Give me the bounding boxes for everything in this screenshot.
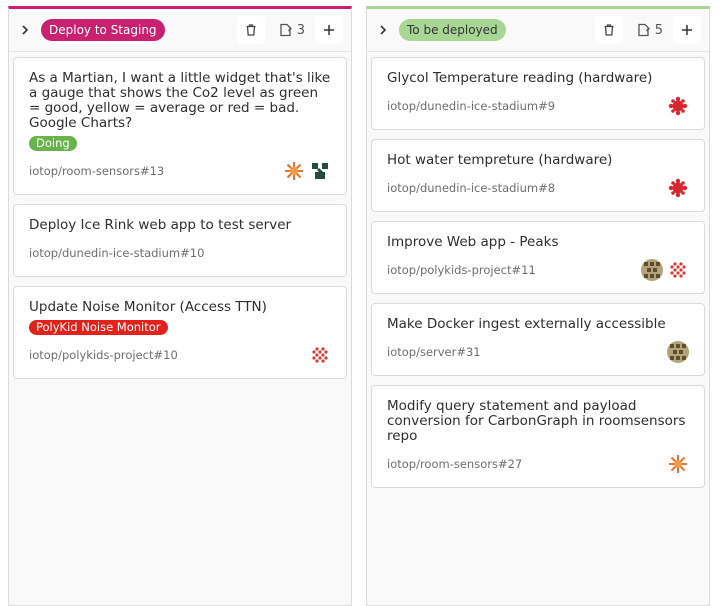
olive-grid-avatar[interactable] <box>667 341 689 363</box>
chevron-right-icon[interactable] <box>19 24 31 36</box>
card-title[interactable]: Hot water tempreture (hardware) <box>387 153 689 168</box>
trash-icon <box>246 24 256 36</box>
issue-card[interactable]: Improve Web app - Peaks iotop/polykids-p… <box>371 221 705 294</box>
issue-card[interactable]: As a Martian, I want a little widget tha… <box>13 57 347 195</box>
card-title[interactable]: Glycol Temperature reading (hardware) <box>387 71 689 86</box>
dark-green-avatar[interactable] <box>309 160 331 182</box>
red-grid-avatar[interactable] <box>667 259 689 281</box>
card-reference[interactable]: iotop/polykids-project#11 <box>387 263 641 277</box>
issue-card[interactable]: Glycol Temperature reading (hardware) io… <box>371 57 705 130</box>
card-label-doing[interactable]: Doing <box>29 136 77 151</box>
issue-card[interactable]: Hot water tempreture (hardware) iotop/du… <box>371 139 705 212</box>
card-title[interactable]: Deploy Ice Rink web app to test server <box>29 218 331 233</box>
card-reference[interactable]: iotop/dunedin-ice-stadium#8 <box>387 181 667 195</box>
plus-icon <box>682 25 692 35</box>
red-star-avatar[interactable] <box>667 95 689 117</box>
card-title[interactable]: Update Noise Monitor (Access TTN) <box>29 300 331 315</box>
card-title[interactable]: Modify query statement and payload conve… <box>387 399 689 444</box>
card-reference[interactable]: iotop/dunedin-ice-stadium#9 <box>387 99 667 113</box>
issue-count: 5 <box>637 23 663 38</box>
issue-count-value: 5 <box>654 22 663 38</box>
red-grid-avatar[interactable] <box>309 344 331 366</box>
issue-card[interactable]: Update Noise Monitor (Access TTN) PolyKi… <box>13 286 347 379</box>
delete-list-button[interactable] <box>236 16 265 44</box>
card-title[interactable]: As a Martian, I want a little widget tha… <box>29 71 331 131</box>
list-label[interactable]: To be deployed <box>399 19 506 41</box>
issue-card[interactable]: Modify query statement and payload conve… <box>371 385 705 488</box>
board-list-deploy-to-staging: Deploy to Staging 3 As a Martian, I want… <box>8 6 352 606</box>
card-reference[interactable]: iotop/room-sensors#27 <box>387 457 667 471</box>
list-header: Deploy to Staging 3 <box>9 9 351 52</box>
red-star-avatar[interactable] <box>667 177 689 199</box>
card-reference[interactable]: iotop/dunedin-ice-stadium#10 <box>29 246 331 260</box>
board-list-to-be-deployed: To be deployed 5 Glycol Temperature read… <box>366 6 710 606</box>
sun-orange-avatar[interactable] <box>667 453 689 475</box>
card-title[interactable]: Improve Web app - Peaks <box>387 235 689 250</box>
chevron-right-icon[interactable] <box>377 24 389 36</box>
card-reference[interactable]: iotop/server#31 <box>387 345 667 359</box>
card-reference[interactable]: iotop/room-sensors#13 <box>29 164 283 178</box>
list-label[interactable]: Deploy to Staging <box>41 19 165 41</box>
card-title[interactable]: Make Docker ingest externally accessible <box>387 317 689 332</box>
card-label-polykid-noise-monitor[interactable]: PolyKid Noise Monitor <box>29 320 168 335</box>
card-list: Glycol Temperature reading (hardware) io… <box>367 52 709 488</box>
sun-orange-avatar[interactable] <box>283 160 305 182</box>
card-reference[interactable]: iotop/polykids-project#10 <box>29 348 309 362</box>
issue-count: 3 <box>279 23 305 38</box>
issues-icon <box>280 23 292 37</box>
plus-icon <box>324 25 334 35</box>
trash-icon <box>604 24 614 36</box>
list-header: To be deployed 5 <box>367 9 709 52</box>
card-list: As a Martian, I want a little widget tha… <box>9 52 351 379</box>
olive-grid-avatar[interactable] <box>641 259 663 281</box>
issue-count-value: 3 <box>296 22 305 38</box>
delete-list-button[interactable] <box>594 16 623 44</box>
add-issue-button[interactable] <box>315 16 343 44</box>
issue-card[interactable]: Make Docker ingest externally accessible… <box>371 303 705 376</box>
add-issue-button[interactable] <box>673 16 701 44</box>
issues-icon <box>638 23 650 37</box>
issue-board: Deploy to Staging 3 As a Martian, I want… <box>8 6 718 606</box>
issue-card[interactable]: Deploy Ice Rink web app to test server i… <box>13 204 347 277</box>
